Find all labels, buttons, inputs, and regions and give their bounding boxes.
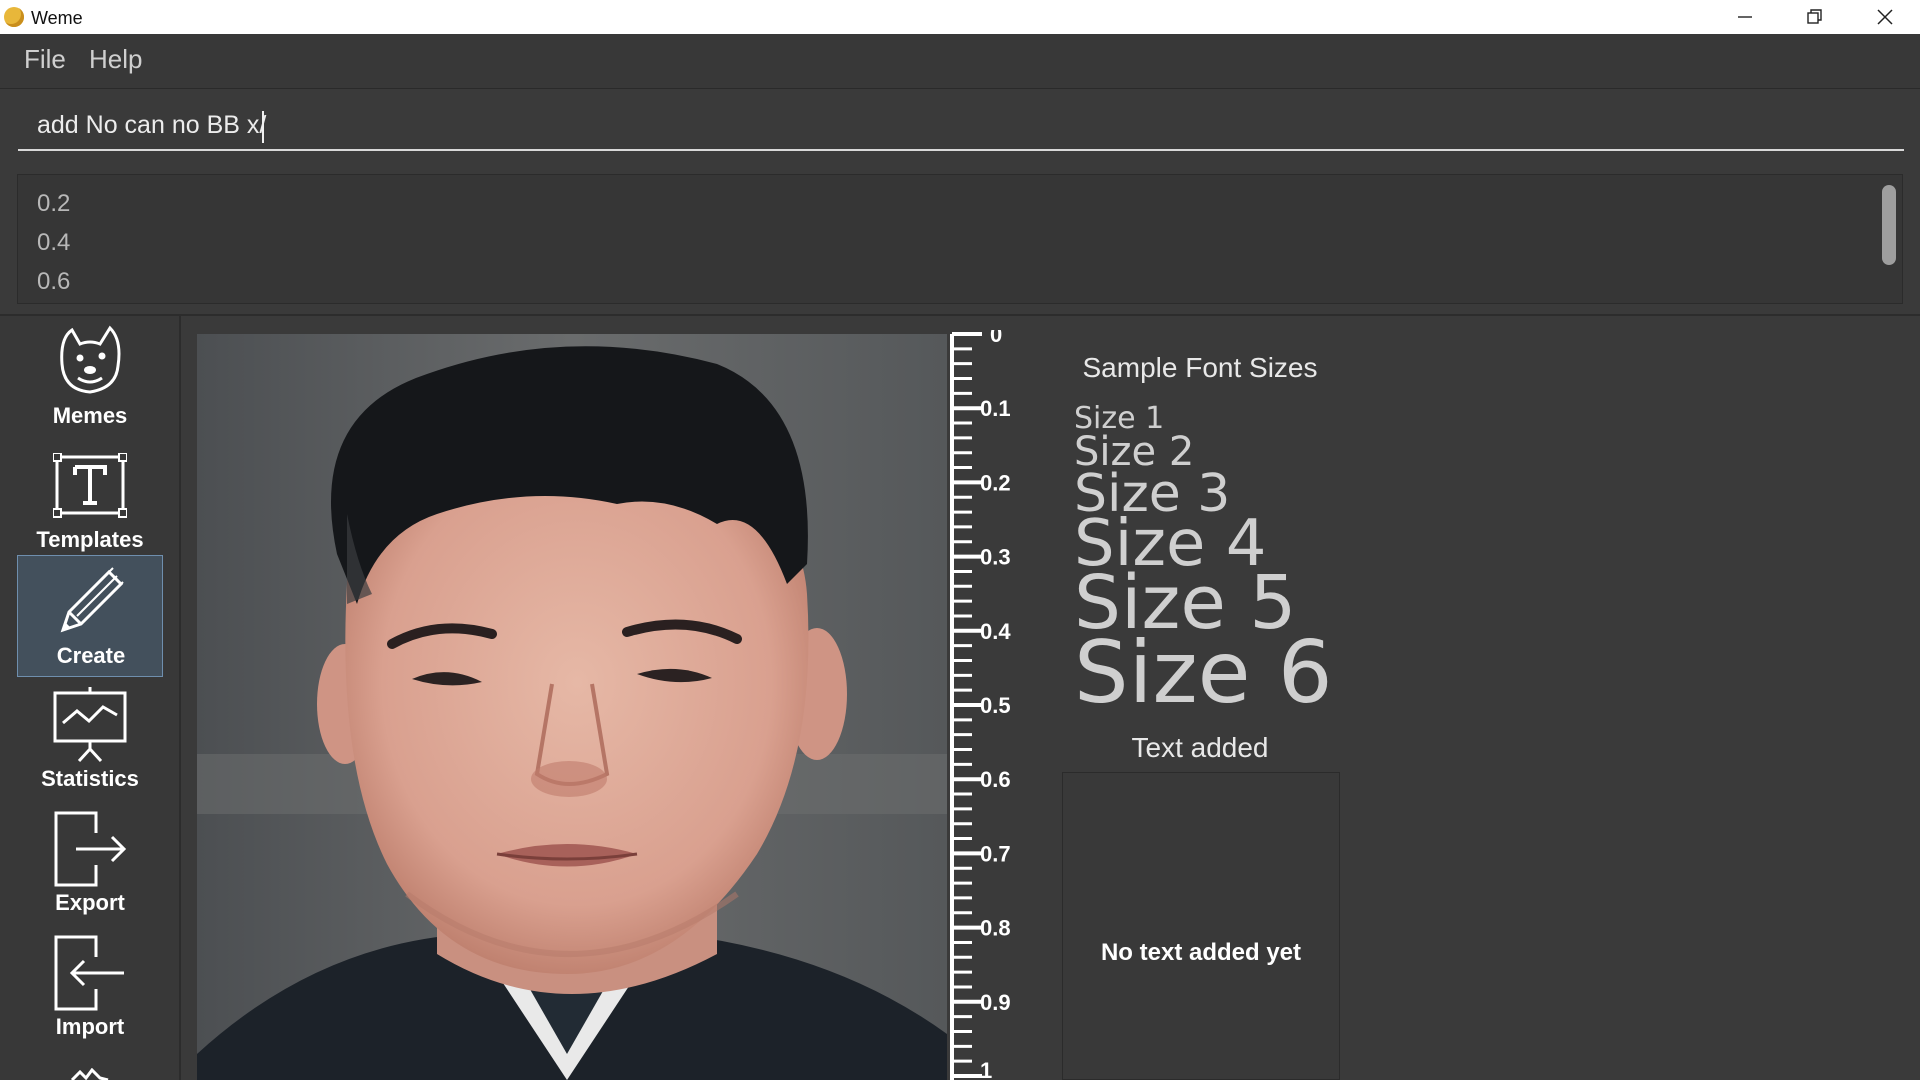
ruler-tick-label: 0.9 <box>980 990 1011 1015</box>
sidebar-item-label: Memes <box>52 403 128 428</box>
sidebar-item-label: Import <box>55 1014 125 1039</box>
ruler-tick-label: 0.7 <box>980 841 1011 866</box>
ruler-tick-label: 0 <box>990 330 1002 347</box>
sidebar-item-label: Templates <box>36 527 144 552</box>
ruler-ticks: 0 0.1 0.2 0.3 0.4 0.5 0.6 0.7 0.8 0.9 1 <box>952 330 1011 1080</box>
menu-bar: File Help <box>0 34 1920 89</box>
sidebar-item-statistics[interactable]: Statistics <box>17 679 163 801</box>
font-sizes-title: Sample Font Sizes <box>1082 352 1318 383</box>
restore-icon <box>1807 9 1822 24</box>
menu-file[interactable]: File <box>24 44 66 75</box>
suggestion-item[interactable]: 0.4 <box>37 229 70 257</box>
sidebar-item-create[interactable]: Create <box>17 555 163 677</box>
ruler-tick-label: 0.1 <box>980 396 1011 421</box>
ruler-tick-label: 0.2 <box>980 470 1011 495</box>
sidebar-item-label: Create <box>56 643 126 668</box>
sidebar-item-label: Statistics <box>41 766 139 791</box>
ruler-tick-label: 0.4 <box>980 619 1011 644</box>
minimize-button[interactable] <box>1710 0 1780 34</box>
import-icon <box>17 933 163 1013</box>
opacity-ruler[interactable]: 0 0.1 0.2 0.3 0.4 0.5 0.6 0.7 0.8 0.9 1 <box>946 330 1026 1080</box>
chart-presentation-icon <box>17 685 163 765</box>
weme-logo-icon <box>4 7 24 27</box>
text-added-list: No text added yet <box>1062 772 1340 1080</box>
suggestion-scrollbar[interactable] <box>1882 185 1896 265</box>
suggestion-list: 0.2 0.4 0.6 <box>17 174 1903 304</box>
menu-help[interactable]: Help <box>89 44 142 75</box>
sidebar-item-export[interactable]: Export <box>17 803 163 925</box>
ruler-tick-label: 0.3 <box>980 545 1011 570</box>
text-added-title: Text added <box>1131 732 1269 763</box>
command-input[interactable] <box>18 101 1904 151</box>
sidebar-item-memes[interactable]: Memes <box>17 316 163 438</box>
meme-image[interactable] <box>197 334 947 1080</box>
command-box <box>0 89 1920 169</box>
ruler-tick-label: 0.8 <box>980 916 1011 941</box>
minimize-icon <box>1738 16 1752 18</box>
pencil-icon <box>18 562 164 642</box>
restore-button[interactable] <box>1780 0 1850 34</box>
text-caret <box>262 111 264 143</box>
close-button[interactable] <box>1850 0 1920 34</box>
export-icon <box>17 809 163 889</box>
suggestion-item[interactable]: 0.2 <box>37 190 70 218</box>
window-title: Weme <box>31 8 83 28</box>
divider <box>0 314 1920 316</box>
sidebar: Memes Templates Create Statistics Export… <box>0 316 181 1080</box>
ruler-tick-label: 1 <box>980 1058 992 1080</box>
settings-icon <box>70 1068 109 1080</box>
sidebar-item-label: Export <box>55 890 125 915</box>
ruler-tick-label: 0.5 <box>980 693 1011 718</box>
ruler-tick-label: 0.6 <box>980 767 1011 792</box>
empty-message: No text added yet <box>1100 939 1302 966</box>
suggestion-item[interactable]: 0.6 <box>37 268 70 296</box>
doge-icon <box>17 322 163 402</box>
close-icon <box>1877 9 1893 25</box>
font-size-sample-6[interactable]: Size 6 <box>1074 630 1333 716</box>
sidebar-item-templates[interactable]: Templates <box>17 440 163 562</box>
sidebar-item-import[interactable]: Import <box>17 927 163 1049</box>
title-bar: Weme <box>0 0 1920 34</box>
template-icon <box>17 446 163 526</box>
